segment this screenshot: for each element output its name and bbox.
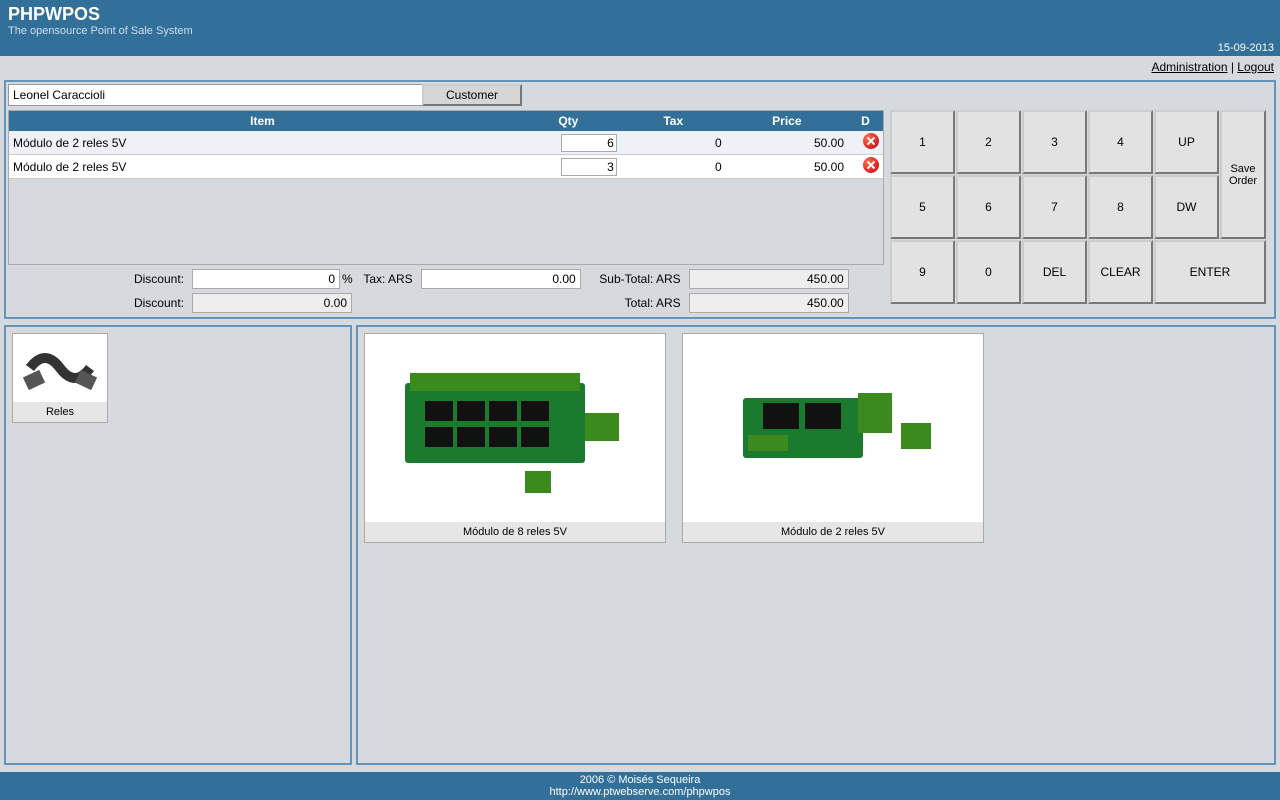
key-4[interactable]: 4	[1088, 110, 1153, 174]
qty-input[interactable]	[561, 158, 617, 176]
key-enter[interactable]: ENTER	[1154, 240, 1266, 304]
tax-input[interactable]	[421, 269, 581, 289]
key-5[interactable]: 5	[890, 175, 955, 239]
cell-price: 50.00	[726, 131, 848, 155]
keypad: 1 2 3 4 UP Save Order 5 6 7 8 DW 9 0 DEL…	[890, 110, 1272, 304]
col-qty: Qty	[516, 111, 621, 131]
delete-row-icon[interactable]	[863, 133, 879, 149]
key-1[interactable]: 1	[890, 110, 955, 174]
date-bar: 15-09-2013	[0, 40, 1280, 56]
discount-pct-input[interactable]	[192, 269, 340, 289]
footer: 2006 © Moisés Sequeira http://www.ptwebs…	[0, 772, 1280, 800]
subtotal-output	[689, 269, 849, 289]
discount-amt-output	[192, 293, 352, 313]
key-3[interactable]: 3	[1022, 110, 1087, 174]
top-links: Administration | Logout	[0, 56, 1280, 78]
cell-price: 50.00	[726, 155, 848, 179]
discount-amt-label: Discount:	[8, 291, 188, 315]
categories-panel: Reles	[4, 325, 352, 765]
key-9[interactable]: 9	[890, 240, 955, 304]
product-label: Módulo de 8 reles 5V	[365, 522, 665, 542]
total-label: Total: ARS	[585, 291, 685, 315]
category-card[interactable]: Reles	[12, 333, 108, 423]
tax-label: Tax: ARS	[357, 267, 417, 291]
cell-item: Módulo de 2 reles 5V	[9, 155, 516, 179]
col-price: Price	[726, 111, 848, 131]
col-item: Item	[9, 111, 516, 131]
app-header: PHPWPOS The opensource Point of Sale Sys…	[0, 0, 1280, 40]
product-label: Módulo de 2 reles 5V	[683, 522, 983, 542]
key-clear[interactable]: CLEAR	[1088, 240, 1153, 304]
key-del[interactable]: DEL	[1022, 240, 1087, 304]
order-panel: Customer Item Qty Tax Price D	[4, 80, 1276, 319]
table-row: Módulo de 2 reles 5V 0 50.00	[9, 131, 883, 155]
key-6[interactable]: 6	[956, 175, 1021, 239]
pct-suffix: %	[342, 272, 353, 286]
table-row: Módulo de 2 reles 5V 0 50.00	[9, 155, 883, 179]
cell-tax: 0	[621, 131, 726, 155]
link-separator: |	[1228, 60, 1238, 74]
col-tax: Tax	[621, 111, 726, 131]
product-image	[367, 337, 663, 519]
category-image	[15, 336, 105, 400]
key-8[interactable]: 8	[1088, 175, 1153, 239]
qty-input[interactable]	[561, 134, 617, 152]
app-subtitle: The opensource Point of Sale System	[8, 25, 1272, 37]
footer-copyright: 2006 © Moisés Sequeira	[0, 774, 1280, 786]
totals-table: Discount: % Tax: ARS Sub-Total: ARS Disc…	[8, 267, 884, 315]
cell-item: Módulo de 2 reles 5V	[9, 131, 516, 155]
products-panel: Módulo de 8 reles 5V Módulo de 2 reles 5…	[356, 325, 1276, 765]
total-output	[689, 293, 849, 313]
key-2[interactable]: 2	[956, 110, 1021, 174]
customer-button[interactable]: Customer	[422, 84, 522, 106]
product-image	[685, 337, 981, 519]
key-dw[interactable]: DW	[1154, 175, 1219, 239]
subtotal-label: Sub-Total: ARS	[585, 267, 685, 291]
administration-link[interactable]: Administration	[1151, 60, 1227, 74]
col-delete: D	[848, 111, 883, 131]
delete-row-icon[interactable]	[863, 157, 879, 173]
app-title: PHPWPOS	[8, 4, 1272, 25]
items-table: Item Qty Tax Price D Módulo de 2 reles 5…	[9, 111, 883, 179]
product-card[interactable]: Módulo de 2 reles 5V	[682, 333, 984, 543]
cell-tax: 0	[621, 155, 726, 179]
items-table-container: Item Qty Tax Price D Módulo de 2 reles 5…	[8, 110, 884, 265]
key-7[interactable]: 7	[1022, 175, 1087, 239]
discount-pct-label: Discount:	[8, 267, 188, 291]
key-0[interactable]: 0	[956, 240, 1021, 304]
category-label: Reles	[13, 402, 107, 422]
key-up[interactable]: UP	[1154, 110, 1219, 174]
footer-url[interactable]: http://www.ptwebserve.com/phpwpos	[550, 786, 731, 798]
logout-link[interactable]: Logout	[1237, 60, 1274, 74]
product-card[interactable]: Módulo de 8 reles 5V	[364, 333, 666, 543]
customer-input[interactable]	[8, 84, 423, 106]
save-order-button[interactable]: Save Order	[1220, 110, 1266, 239]
